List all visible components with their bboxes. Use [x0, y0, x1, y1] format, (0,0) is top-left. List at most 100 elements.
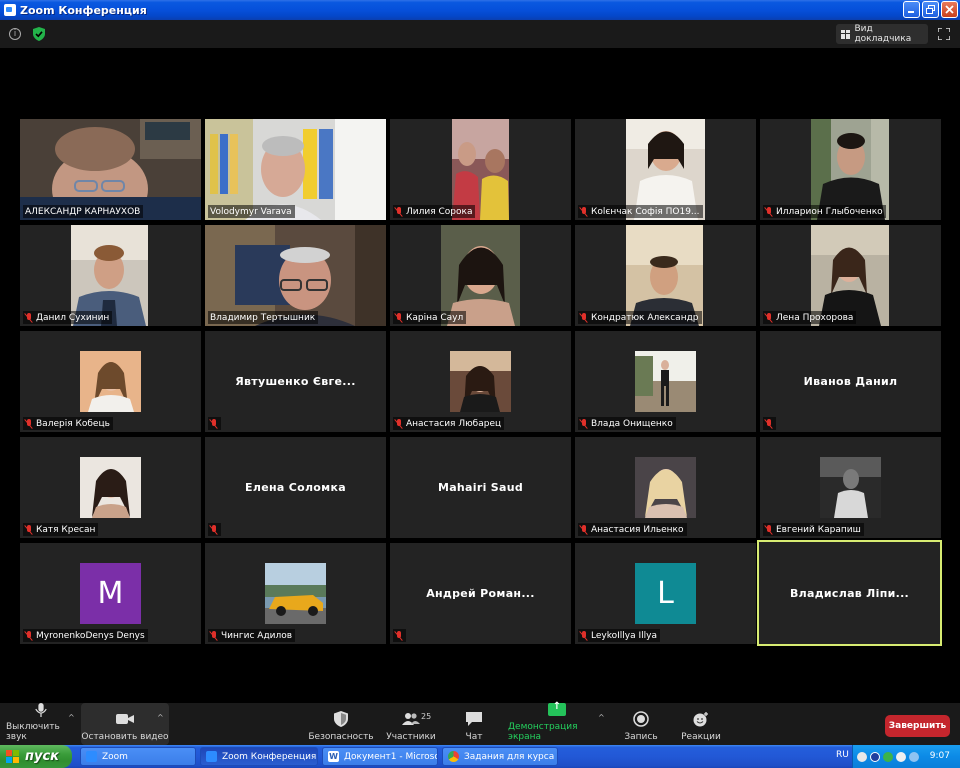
speaker-view-button[interactable]: Вид докладчика	[836, 24, 928, 44]
participant-name-label: Лилия Сорока	[393, 205, 476, 218]
muted-mic-icon	[580, 206, 588, 217]
participant-tile[interactable]: Анастасия Любарец	[390, 331, 571, 432]
audio-options-caret-icon[interactable]: ^	[68, 713, 75, 722]
participants-icon	[402, 713, 420, 725]
start-label: пуск	[25, 749, 59, 764]
meeting-top-bar: i Вид докладчика	[0, 20, 960, 48]
participant-tile[interactable]: Иванов Данил	[760, 331, 941, 432]
security-label: Безопасность	[308, 732, 374, 742]
participant-profile-photo	[80, 457, 141, 518]
participant-tile[interactable]: Лилия Сорока	[390, 119, 571, 220]
share-options-caret-icon[interactable]: ^	[598, 713, 605, 722]
windows-logo-icon	[6, 750, 20, 763]
chat-button[interactable]: Чат	[455, 703, 493, 745]
muted-mic-icon	[765, 206, 773, 217]
taskbar-item-zoom[interactable]: Zoom	[80, 747, 196, 766]
mute-button[interactable]: Выключить звук	[6, 703, 76, 745]
participant-tile[interactable]: Владимир Тертышник	[205, 225, 386, 326]
tray-shield-icon[interactable]	[896, 751, 906, 762]
zoom-icon	[206, 751, 217, 762]
muted-mic-icon	[580, 312, 588, 323]
participant-tile[interactable]: Кондратюк Александр	[575, 225, 756, 326]
video-options-caret-icon[interactable]: ^	[157, 713, 164, 722]
participant-tile[interactable]: Лена Прохорова	[760, 225, 941, 326]
participant-tile[interactable]: Чингис Адилов	[205, 543, 386, 644]
participants-label: Участники	[386, 732, 436, 742]
muted-mic-icon	[395, 418, 403, 429]
participant-tile[interactable]: Елена Соломка	[205, 437, 386, 538]
share-screen-icon	[548, 701, 566, 716]
fullscreen-icon[interactable]	[938, 28, 950, 40]
participant-tile-active-speaker[interactable]: Владислав Ліпи...	[757, 540, 942, 646]
participant-center-name: Владислав Ліпи...	[789, 586, 910, 600]
participant-name-label: Чингис Адилов	[208, 629, 296, 642]
speaker-view-label: Вид докладчика	[854, 24, 912, 44]
muted-mic-icon	[580, 418, 588, 429]
participant-name-label: Владимир Тертышник	[208, 311, 319, 324]
stop-video-button[interactable]: Остановить видео	[81, 703, 169, 745]
taskbar-item-browser[interactable]: Задания для курса "...	[442, 747, 558, 766]
participant-profile-photo	[635, 457, 696, 518]
participant-tile[interactable]: Каріна Саул	[390, 225, 571, 326]
info-icon[interactable]: i	[9, 28, 21, 40]
participant-name-label: Кондратюк Александр	[578, 311, 702, 324]
participant-center-name: Явтушенко Євге...	[235, 375, 356, 388]
share-screen-button[interactable]: Демонстрация экрана	[508, 701, 606, 745]
muted-mic-icon	[25, 524, 33, 535]
muted-mic-icon	[765, 524, 773, 535]
participant-name-label: MyronenkoDenys Denys	[23, 629, 148, 642]
security-button[interactable]: Безопасность	[306, 703, 376, 745]
language-indicator[interactable]: RU	[836, 750, 849, 760]
participant-name-label: Анастасия Ильенко	[578, 523, 687, 536]
microphone-icon	[35, 703, 47, 717]
close-button[interactable]	[941, 1, 958, 18]
muted-mic-icon	[765, 418, 773, 429]
maximize-button[interactable]	[922, 1, 939, 18]
taskbar-item-word[interactable]: W Документ1 - Microso...	[322, 747, 438, 766]
tray-app-icon[interactable]	[870, 751, 880, 762]
muted-mic-icon	[765, 312, 773, 323]
window-titlebar: Zoom Конференция	[0, 0, 960, 20]
window-title: Zoom Конференция	[20, 3, 147, 17]
participant-tile[interactable]: Анастасия Ильенко	[575, 437, 756, 538]
participant-name-label: Volodymyr Varava	[208, 205, 295, 218]
muted-mic-icon	[395, 206, 403, 217]
participant-tile[interactable]: Mahairi Saud	[390, 437, 571, 538]
tray-volume-icon[interactable]	[909, 751, 919, 762]
participant-tile[interactable]: Коlєнчак Софія ПО19...	[575, 119, 756, 220]
reactions-button[interactable]: Реакции	[678, 703, 724, 745]
encryption-shield-icon[interactable]	[33, 27, 45, 41]
participant-tile[interactable]: АЛЕКСАНДР КАРНАУХОВ	[20, 119, 201, 220]
speaker-view-icon	[841, 29, 852, 39]
participant-avatar: L	[635, 563, 696, 624]
participant-tile[interactable]: Валерія Кобець	[20, 331, 201, 432]
participant-tile[interactable]: M MyronenkoDenys Denys	[20, 543, 201, 644]
participant-profile-photo	[265, 563, 326, 624]
end-meeting-button[interactable]: Завершить	[885, 715, 950, 737]
participants-button[interactable]: Участники	[385, 703, 437, 745]
record-button[interactable]: Запись	[620, 703, 662, 745]
participant-tile[interactable]: Данил Сухинин	[20, 225, 201, 326]
participant-tile[interactable]: Явтушенко Євге...	[205, 331, 386, 432]
muted-mic-icon	[25, 418, 33, 429]
tray-arrow-icon[interactable]	[857, 751, 867, 762]
zoom-icon	[86, 751, 97, 762]
participant-profile-photo	[635, 351, 696, 412]
participant-tile[interactable]: Влада Онищенко	[575, 331, 756, 432]
taskbar-item-zoom-meeting[interactable]: Zoom Конференция	[200, 747, 318, 766]
participant-tile[interactable]: L LeykoIllya Illya	[575, 543, 756, 644]
chrome-icon	[448, 751, 459, 762]
minimize-icon	[908, 11, 914, 13]
participant-tile[interactable]: Андрей Роман...	[390, 543, 571, 644]
start-button[interactable]: пуск	[0, 745, 72, 768]
tray-network-icon[interactable]	[883, 751, 893, 762]
participant-name-label	[393, 629, 406, 642]
participant-avatar: M	[80, 563, 141, 624]
minimize-button[interactable]	[903, 1, 920, 18]
video-label: Остановить видео	[81, 732, 169, 742]
participant-name-label	[208, 417, 221, 430]
participant-tile[interactable]: Volodymyr Varava	[205, 119, 386, 220]
participant-tile[interactable]: Евгений Карапиш	[760, 437, 941, 538]
participant-tile[interactable]: Катя Кресан	[20, 437, 201, 538]
participant-tile[interactable]: Илларион Глыбоченко	[760, 119, 941, 220]
